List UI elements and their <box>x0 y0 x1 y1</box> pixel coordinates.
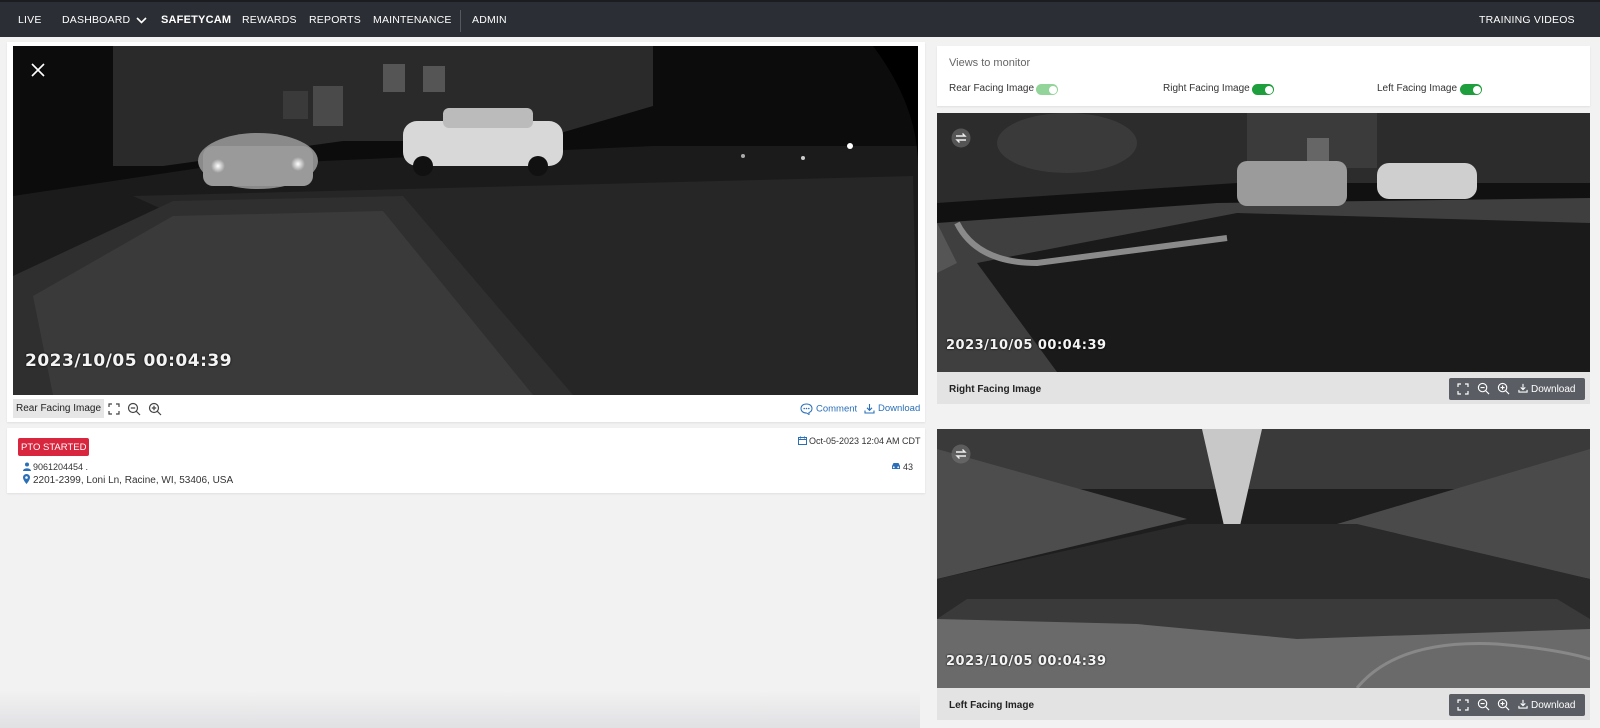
nav-divider <box>460 10 461 32</box>
toggle-label-left: Left Facing Image <box>1377 83 1458 94</box>
right-camera-frame <box>937 113 1590 372</box>
zoom-out-icon[interactable] <box>127 402 141 416</box>
left-facing-video[interactable]: 2023/10/05 00:04:39 <box>937 429 1590 688</box>
chevron-down-icon <box>136 17 147 24</box>
location-pin-icon <box>23 474 30 484</box>
user-icon <box>23 462 31 471</box>
close-icon[interactable] <box>31 63 45 77</box>
comment-button[interactable]: Comment <box>800 403 858 416</box>
car-icon <box>892 463 900 469</box>
nav-dashboard-label: DASHBOARD <box>62 14 131 26</box>
comment-icon <box>800 403 813 416</box>
fullscreen-icon[interactable] <box>1457 699 1469 711</box>
right-download-button[interactable]: Download <box>1518 383 1575 395</box>
download-button[interactable]: Download <box>864 403 920 414</box>
toggle-label-rear: Rear Facing Image <box>949 83 1035 94</box>
nav-maintenance[interactable]: MAINTENANCE <box>373 14 452 26</box>
toggle-rear-facing[interactable] <box>1036 84 1058 95</box>
zoom-in-icon[interactable] <box>148 402 162 416</box>
left-camera-tools: Download <box>1449 694 1585 716</box>
swap-icon[interactable] <box>951 444 971 464</box>
event-address: 2201-2399, Loni Ln, Racine, WI, 53406, U… <box>23 474 233 486</box>
right-video-timestamp: 2023/10/05 00:04:39 <box>946 338 1107 353</box>
toggle-label-right: Right Facing Image <box>1163 83 1250 94</box>
zoom-out-icon[interactable] <box>1477 382 1490 395</box>
nav-dashboard[interactable]: DASHBOARD <box>62 14 147 26</box>
left-download-label: Download <box>1531 700 1576 711</box>
right-download-label: Download <box>1531 384 1576 395</box>
fullscreen-icon[interactable] <box>1457 383 1469 395</box>
driver-id: 9061204454 . <box>23 462 88 472</box>
nav-safetycam[interactable]: SAFETYCAM <box>161 14 231 26</box>
zoom-out-icon[interactable] <box>1477 698 1490 711</box>
zoom-in-icon[interactable] <box>1497 698 1510 711</box>
right-facing-video[interactable]: 2023/10/05 00:04:39 <box>937 113 1590 372</box>
rear-image-label: Rear Facing Image <box>13 399 105 418</box>
bottom-fade <box>0 690 920 728</box>
nav-live[interactable]: LIVE <box>18 14 42 26</box>
left-download-button[interactable]: Download <box>1518 699 1575 711</box>
left-camera-frame <box>937 429 1590 688</box>
nav-rewards[interactable]: REWARDS <box>242 14 297 26</box>
event-date: Oct-05-2023 12:04 AM CDT <box>798 436 921 446</box>
views-to-monitor-panel <box>937 46 1590 106</box>
comment-label: Comment <box>816 403 858 415</box>
right-camera-tools: Download <box>1449 378 1585 400</box>
video-timestamp: 2023/10/05 00:04:39 <box>25 351 233 371</box>
download-label: Download <box>878 403 921 415</box>
vehicle-number-text: 43 <box>903 462 914 472</box>
event-address-text: 2201-2399, Loni Ln, Racine, WI, 53406, U… <box>33 475 234 486</box>
nav-reports[interactable]: REPORTS <box>309 14 361 26</box>
toggle-knob <box>1264 85 1273 94</box>
left-camera-title: Left Facing Image <box>949 700 1035 711</box>
top-nav: LIVE DASHBOARD SAFETYCAM REWARDS REPORTS… <box>0 0 1600 37</box>
fullscreen-icon[interactable] <box>108 403 120 415</box>
zoom-in-icon[interactable] <box>1497 382 1510 395</box>
download-icon <box>1518 699 1528 709</box>
toggle-knob <box>1048 85 1057 94</box>
left-video-timestamp: 2023/10/05 00:04:39 <box>946 654 1107 669</box>
driver-id-text: 9061204454 . <box>33 462 89 472</box>
swap-icon[interactable] <box>951 128 971 148</box>
toggle-knob <box>1472 85 1481 94</box>
event-date-text: Oct-05-2023 12:04 AM CDT <box>809 436 921 446</box>
vehicle-number: 43 <box>891 462 913 472</box>
status-badge: PTO STARTED <box>18 438 90 456</box>
rear-facing-video[interactable]: 2023/10/05 00:04:39 <box>13 46 918 395</box>
right-camera-title: Right Facing Image <box>949 384 1042 395</box>
download-icon <box>1518 383 1528 393</box>
rear-camera-frame <box>13 46 918 395</box>
nav-admin[interactable]: ADMIN <box>472 14 507 26</box>
views-to-monitor-title: Views to monitor <box>949 57 1031 69</box>
toggle-right-facing[interactable] <box>1252 84 1274 95</box>
download-icon <box>864 404 875 414</box>
toggle-left-facing[interactable] <box>1460 84 1482 95</box>
nav-training-videos[interactable]: TRAINING VIDEOS <box>1479 14 1575 26</box>
calendar-icon <box>798 436 807 445</box>
